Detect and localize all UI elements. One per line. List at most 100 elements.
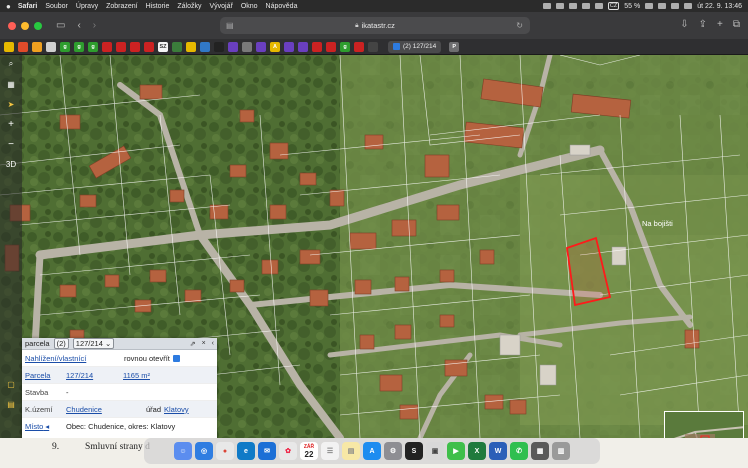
view-owners-link[interactable]: Nahlížení/vlastnící xyxy=(25,354,124,363)
search-icon[interactable]: ⌕ xyxy=(0,55,22,73)
control-center-icon[interactable] xyxy=(684,3,693,9)
menu-view[interactable]: Zobrazení xyxy=(106,3,138,10)
forward-icon[interactable]: › xyxy=(93,20,96,31)
system-settings-icon[interactable]: ⚙ xyxy=(384,442,402,460)
bookmark-favicon-icon[interactable] xyxy=(102,41,112,52)
active-tab[interactable]: (2) 127/214 xyxy=(388,40,442,53)
3d-button[interactable]: 3D xyxy=(0,155,22,173)
downloads-folder-icon[interactable]: ▦ xyxy=(531,442,549,460)
zoom-window-button[interactable] xyxy=(34,21,42,30)
chat-icon[interactable]: ▢ xyxy=(0,375,22,393)
preview-icon[interactable]: ▣ xyxy=(426,442,444,460)
zoom-out-button[interactable]: − xyxy=(0,135,22,153)
bookmark-favicon-icon[interactable]: g xyxy=(340,41,350,52)
bookmark-favicon-icon[interactable] xyxy=(144,41,154,52)
bluetooth-icon[interactable] xyxy=(594,3,603,9)
app-store-icon[interactable]: A xyxy=(363,442,381,460)
trash-icon[interactable]: ▥ xyxy=(552,442,570,460)
office-value[interactable]: Klatovy xyxy=(164,405,189,414)
menu-file[interactable]: Soubor xyxy=(45,3,68,10)
bookmark-favicon-icon[interactable]: g xyxy=(88,41,98,52)
bookmark-favicon-icon[interactable] xyxy=(4,41,14,52)
facetime-icon[interactable]: ▶ xyxy=(447,442,465,460)
menu-developer[interactable]: Vývojář xyxy=(209,3,232,10)
excel-icon[interactable]: X xyxy=(468,442,486,460)
place-label[interactable]: Místo ◂ xyxy=(25,422,66,431)
calendar-icon[interactable]: ZÁŘ 22 xyxy=(300,442,318,460)
status-app-icon[interactable] xyxy=(555,3,564,9)
scrivener-icon[interactable]: S xyxy=(405,442,423,460)
bookmark-favicon-icon[interactable]: SZ xyxy=(158,41,168,52)
share-icon[interactable]: ⇪ xyxy=(699,19,707,30)
location-icon[interactable]: ➤ xyxy=(0,95,22,113)
bookmark-favicon-icon[interactable] xyxy=(32,41,42,52)
bookmark-favicon-icon[interactable] xyxy=(172,41,182,52)
bookmark-favicon-icon[interactable] xyxy=(186,41,196,52)
status-app-icon[interactable] xyxy=(568,3,577,9)
wifi-icon[interactable] xyxy=(658,3,667,9)
parcel-count-select[interactable]: (2) xyxy=(53,338,69,349)
bookmark-favicon-icon[interactable] xyxy=(368,41,378,52)
menu-window[interactable]: Okno xyxy=(241,3,258,10)
bookmark-favicon-icon[interactable]: g xyxy=(74,41,84,52)
bookmark-favicon-icon[interactable]: A xyxy=(270,41,280,52)
page-menu-icon[interactable]: ▤ xyxy=(226,21,234,30)
back-icon[interactable]: ‹ xyxy=(77,20,80,31)
address-bar[interactable]: ▤ 🔒︎ ikatastr.cz ↻ xyxy=(220,17,530,34)
finder-icon[interactable]: ☺ xyxy=(174,442,192,460)
safari-icon[interactable]: ◎ xyxy=(195,442,213,460)
bookmark-favicon-icon[interactable] xyxy=(228,41,238,52)
open-directly-checkbox[interactable] xyxy=(172,354,180,362)
bookmark-favicon-icon[interactable] xyxy=(46,41,56,52)
tab-overview-icon[interactable]: ⧉ xyxy=(733,19,740,30)
parcel-label[interactable]: Parcela xyxy=(25,371,66,380)
zoom-in-button[interactable]: + xyxy=(0,115,22,133)
input-source-badge[interactable]: CZ xyxy=(607,2,620,10)
status-app-icon[interactable] xyxy=(581,3,590,9)
minimize-window-button[interactable] xyxy=(21,21,29,30)
apple-icon[interactable]: ● xyxy=(6,2,11,11)
collapse-icon[interactable]: ‹ xyxy=(212,340,214,348)
cadastre-value[interactable]: Chudenice xyxy=(66,405,146,414)
parcel-value[interactable]: 127/214 xyxy=(66,371,123,380)
bookmark-favicon-icon[interactable] xyxy=(256,41,266,52)
bookmark-favicon-icon[interactable] xyxy=(200,41,210,52)
menu-edit[interactable]: Úpravy xyxy=(76,3,98,10)
spotlight-icon[interactable] xyxy=(671,3,680,9)
area-value[interactable]: 1165 m² xyxy=(123,371,150,380)
chrome-icon[interactable]: ● xyxy=(216,442,234,460)
reload-icon[interactable]: ↻ xyxy=(516,21,523,30)
status-app-icon[interactable] xyxy=(542,3,551,9)
bookmark-favicon-icon[interactable] xyxy=(298,41,308,52)
bookmark-favicon-icon[interactable] xyxy=(284,41,294,52)
parcel-select[interactable]: 127/214 ⌄ xyxy=(72,338,115,349)
menu-safari[interactable]: Safari xyxy=(18,3,37,10)
bookmark-favicon-icon[interactable] xyxy=(326,41,336,52)
notes-icon[interactable]: ▤ xyxy=(342,442,360,460)
sidebar-toggle-icon[interactable]: ▭ xyxy=(56,20,65,31)
info-icon[interactable]: ▤ xyxy=(0,395,22,413)
bookmark-favicon-icon[interactable] xyxy=(242,41,252,52)
map-layers-icon[interactable]: ▦ xyxy=(0,75,22,93)
menu-bookmarks[interactable]: Záložky xyxy=(177,3,201,10)
download-icon[interactable]: ⇩ xyxy=(680,19,688,30)
close-window-button[interactable] xyxy=(8,21,16,30)
bookmark-favicon-icon[interactable] xyxy=(312,41,322,52)
clock[interactable]: út 22. 9. 13:46 xyxy=(697,3,742,10)
new-tab-icon[interactable]: + xyxy=(717,19,723,30)
external-link-icon[interactable]: ⇗ xyxy=(190,340,196,348)
bookmark-favicon-icon[interactable] xyxy=(116,41,126,52)
reminders-icon[interactable]: ☰ xyxy=(321,442,339,460)
thunderbird-icon[interactable]: ✉ xyxy=(258,442,276,460)
battery-icon[interactable] xyxy=(645,3,654,9)
menu-help[interactable]: Nápověda xyxy=(266,3,298,10)
word-icon[interactable]: W xyxy=(489,442,507,460)
bookmark-favicon-icon[interactable]: g xyxy=(60,41,70,52)
bookmark-favicon-icon[interactable] xyxy=(18,41,28,52)
whatsapp-icon[interactable]: ✆ xyxy=(510,442,528,460)
bookmark-favicon-icon[interactable] xyxy=(130,41,140,52)
bookmark-favicon-icon[interactable] xyxy=(214,41,224,52)
photos-icon[interactable]: ✿ xyxy=(279,442,297,460)
tab-favicon-icon[interactable]: P xyxy=(449,41,460,52)
menu-history[interactable]: Historie xyxy=(146,3,170,10)
